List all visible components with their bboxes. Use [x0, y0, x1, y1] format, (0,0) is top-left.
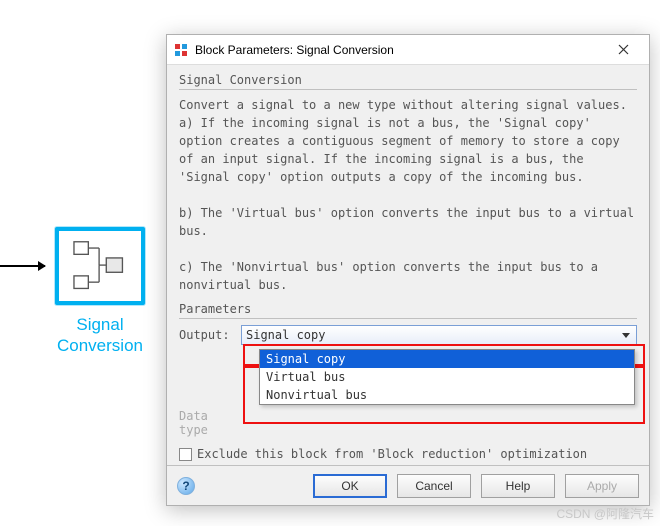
dropdown-option-nonvirtual-bus[interactable]: Nonvirtual bus [260, 386, 634, 404]
ok-button[interactable]: OK [313, 474, 387, 498]
cancel-button[interactable]: Cancel [397, 474, 471, 498]
exclude-checkbox[interactable] [179, 448, 192, 461]
description-text: Convert a signal to a new type without a… [179, 96, 637, 294]
output-row: Output: Signal copy [179, 325, 637, 345]
bus-icon [59, 231, 141, 301]
exclude-checkbox-label: Exclude this block from 'Block reduction… [197, 447, 587, 461]
block-parameters-dialog: Block Parameters: Signal Conversion Sign… [166, 34, 650, 506]
divider [179, 318, 637, 319]
dialog-title: Block Parameters: Signal Conversion [195, 43, 603, 57]
watermark: CSDN @阿隆汽车 [556, 505, 654, 522]
block-label[interactable]: Signal Conversion [46, 314, 154, 357]
apply-button[interactable]: Apply [565, 474, 639, 498]
output-value: Signal copy [246, 328, 325, 342]
help-icon[interactable]: ? [177, 477, 195, 495]
exclude-checkbox-row[interactable]: Exclude this block from 'Block reduction… [179, 447, 637, 461]
divider [179, 89, 637, 90]
signal-conversion-block[interactable] [55, 227, 145, 305]
output-dropdown-list: Signal copy Virtual bus Nonvirtual bus [259, 349, 635, 405]
simulink-icon [173, 42, 189, 58]
parameters-title: Parameters [179, 302, 637, 316]
datatype-row: Data type [179, 409, 637, 437]
output-combobox[interactable]: Signal copy [241, 325, 637, 345]
close-icon [618, 44, 629, 55]
dropdown-option-signal-copy[interactable]: Signal copy [260, 350, 634, 368]
dialog-body: Signal Conversion Convert a signal to a … [167, 65, 649, 465]
section-signal-conversion-title: Signal Conversion [179, 73, 637, 87]
button-bar: ? OK Cancel Help Apply [167, 465, 649, 505]
help-button[interactable]: Help [481, 474, 555, 498]
titlebar[interactable]: Block Parameters: Signal Conversion [167, 35, 649, 65]
output-label: Output: [179, 328, 241, 342]
close-button[interactable] [603, 38, 643, 62]
dropdown-option-virtual-bus[interactable]: Virtual bus [260, 368, 634, 386]
signal-arrow [0, 265, 45, 267]
datatype-label: Data type [179, 409, 241, 437]
